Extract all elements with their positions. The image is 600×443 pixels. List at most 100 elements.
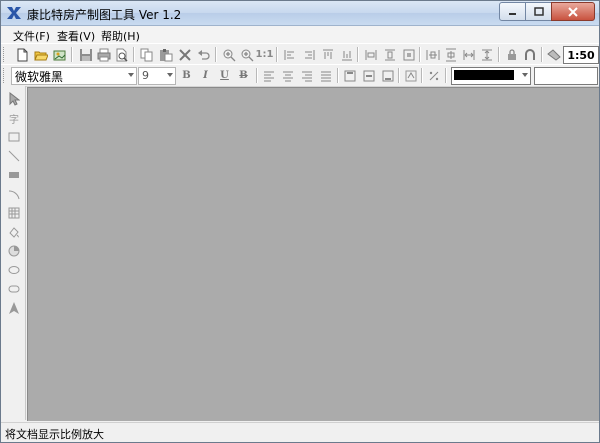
valign-middle-icon: [363, 70, 374, 81]
color-select[interactable]: [451, 67, 531, 85]
status-bar: 将文档显示比例放大: [1, 422, 599, 442]
new-file-button[interactable]: [13, 46, 30, 63]
undo-button[interactable]: [195, 46, 212, 63]
rounded-rect-tool[interactable]: [6, 281, 22, 297]
center-page-button[interactable]: [400, 46, 417, 63]
toolbar-separator: [215, 47, 217, 62]
valign-bottom-button[interactable]: [379, 67, 396, 84]
text-justify-icon: [320, 71, 331, 81]
text-align-center-button[interactable]: [279, 67, 296, 84]
magnet-button[interactable]: [521, 46, 538, 63]
rectangle-tool[interactable]: [6, 129, 22, 145]
text-align-right-icon: [301, 71, 312, 81]
north-arrow-tool[interactable]: [6, 300, 22, 316]
bold-button[interactable]: B: [178, 67, 195, 84]
paint-tool[interactable]: [6, 224, 22, 240]
select-tool[interactable]: [6, 91, 22, 107]
print-preview-button[interactable]: [113, 46, 130, 63]
title-bar: 康比特房产制图工具 Ver 1.2: [1, 1, 599, 26]
line-style-box[interactable]: [534, 67, 598, 85]
center-vertical-button[interactable]: [381, 46, 398, 63]
minimize-icon: [509, 13, 516, 15]
delete-x-icon: [178, 48, 191, 61]
scale-tool-button[interactable]: [545, 46, 562, 63]
arc-icon: [8, 190, 20, 200]
lock-icon: [507, 48, 516, 60]
menu-bar: 文件(F) 查看(V) 帮助(H): [1, 26, 599, 43]
align-left-button[interactable]: [281, 46, 298, 63]
text-align-right-button[interactable]: [298, 67, 315, 84]
copy-button[interactable]: [138, 46, 155, 63]
valign-top-button[interactable]: [341, 67, 358, 84]
pie-icon: [8, 245, 20, 257]
drawing-canvas[interactable]: [27, 87, 599, 421]
paste-button[interactable]: [157, 46, 174, 63]
scale-display[interactable]: 1:50: [563, 46, 599, 64]
menu-view[interactable]: 查看(V): [57, 28, 95, 44]
format-toolbar: 微软雅黑 9 B I U B: [1, 64, 599, 87]
distribute-vertical-button[interactable]: [442, 46, 459, 63]
north-arrow-icon: [9, 302, 19, 314]
zoom-in-button[interactable]: [220, 46, 237, 63]
zoom-out-button[interactable]: [238, 46, 255, 63]
actual-size-button[interactable]: 1:1: [256, 46, 274, 63]
toolbar-separator: [398, 68, 400, 83]
pie-tool[interactable]: [6, 243, 22, 259]
image-file-icon: [53, 50, 65, 60]
toolbar-separator: [498, 47, 500, 62]
fraction-button[interactable]: [425, 67, 442, 84]
text-tool[interactable]: 字: [6, 110, 22, 126]
toolbar-separator: [71, 47, 73, 62]
distribute-horizontal-button[interactable]: [424, 46, 441, 63]
font-size-select[interactable]: 9: [138, 67, 176, 85]
zoom-in-icon: [223, 49, 235, 61]
toolbar-separator: [541, 47, 543, 62]
center-vertical-icon: [384, 49, 395, 60]
toolbar-grip[interactable]: [3, 47, 7, 62]
minimize-button[interactable]: [499, 2, 526, 21]
zoom-out-icon: [241, 49, 253, 61]
chevron-down-icon: [128, 73, 134, 77]
align-bottom-button[interactable]: [338, 46, 355, 63]
font-family-select[interactable]: 微软雅黑: [11, 67, 137, 85]
align-top-button[interactable]: [319, 46, 336, 63]
grid-tool[interactable]: [6, 205, 22, 221]
print-button[interactable]: [95, 46, 112, 63]
save-icon: [79, 48, 92, 61]
center-page-icon: [403, 49, 414, 60]
menu-file[interactable]: 文件(F): [13, 28, 50, 44]
rotate-text-button[interactable]: [402, 67, 419, 84]
line-tool[interactable]: [6, 148, 22, 164]
lock-button[interactable]: [503, 46, 520, 63]
italic-button[interactable]: I: [197, 67, 214, 84]
text-align-left-button[interactable]: [260, 67, 277, 84]
strikethrough-button[interactable]: B: [235, 67, 252, 84]
menu-help[interactable]: 帮助(H): [101, 28, 140, 44]
toolbar-separator: [133, 47, 135, 62]
close-button[interactable]: [551, 2, 595, 21]
delete-button[interactable]: [176, 46, 193, 63]
rectangle-filled-icon: [9, 172, 19, 178]
close-icon: [568, 6, 578, 17]
open-image-button[interactable]: [51, 46, 68, 63]
ellipse-tool[interactable]: [6, 262, 22, 278]
align-right-icon: [304, 49, 314, 60]
center-horizontal-icon: [365, 49, 376, 60]
toolbar-grip[interactable]: [3, 68, 7, 83]
same-width-button[interactable]: [460, 46, 477, 63]
maximize-button[interactable]: [525, 2, 552, 21]
filled-rectangle-tool[interactable]: [6, 167, 22, 183]
underline-button[interactable]: U: [216, 67, 233, 84]
arc-tool[interactable]: [6, 186, 22, 202]
valign-middle-button[interactable]: [360, 67, 377, 84]
open-file-button[interactable]: [32, 46, 49, 63]
center-horizontal-button[interactable]: [362, 46, 379, 63]
status-text: 将文档显示比例放大: [5, 428, 104, 441]
text-justify-button[interactable]: [317, 67, 334, 84]
save-button[interactable]: [77, 46, 94, 63]
font-family-value: 微软雅黑: [15, 70, 64, 84]
same-height-button[interactable]: [478, 46, 495, 63]
paint-bucket-icon: [9, 227, 19, 238]
align-right-button[interactable]: [300, 46, 317, 63]
fraction-icon: [429, 71, 438, 80]
